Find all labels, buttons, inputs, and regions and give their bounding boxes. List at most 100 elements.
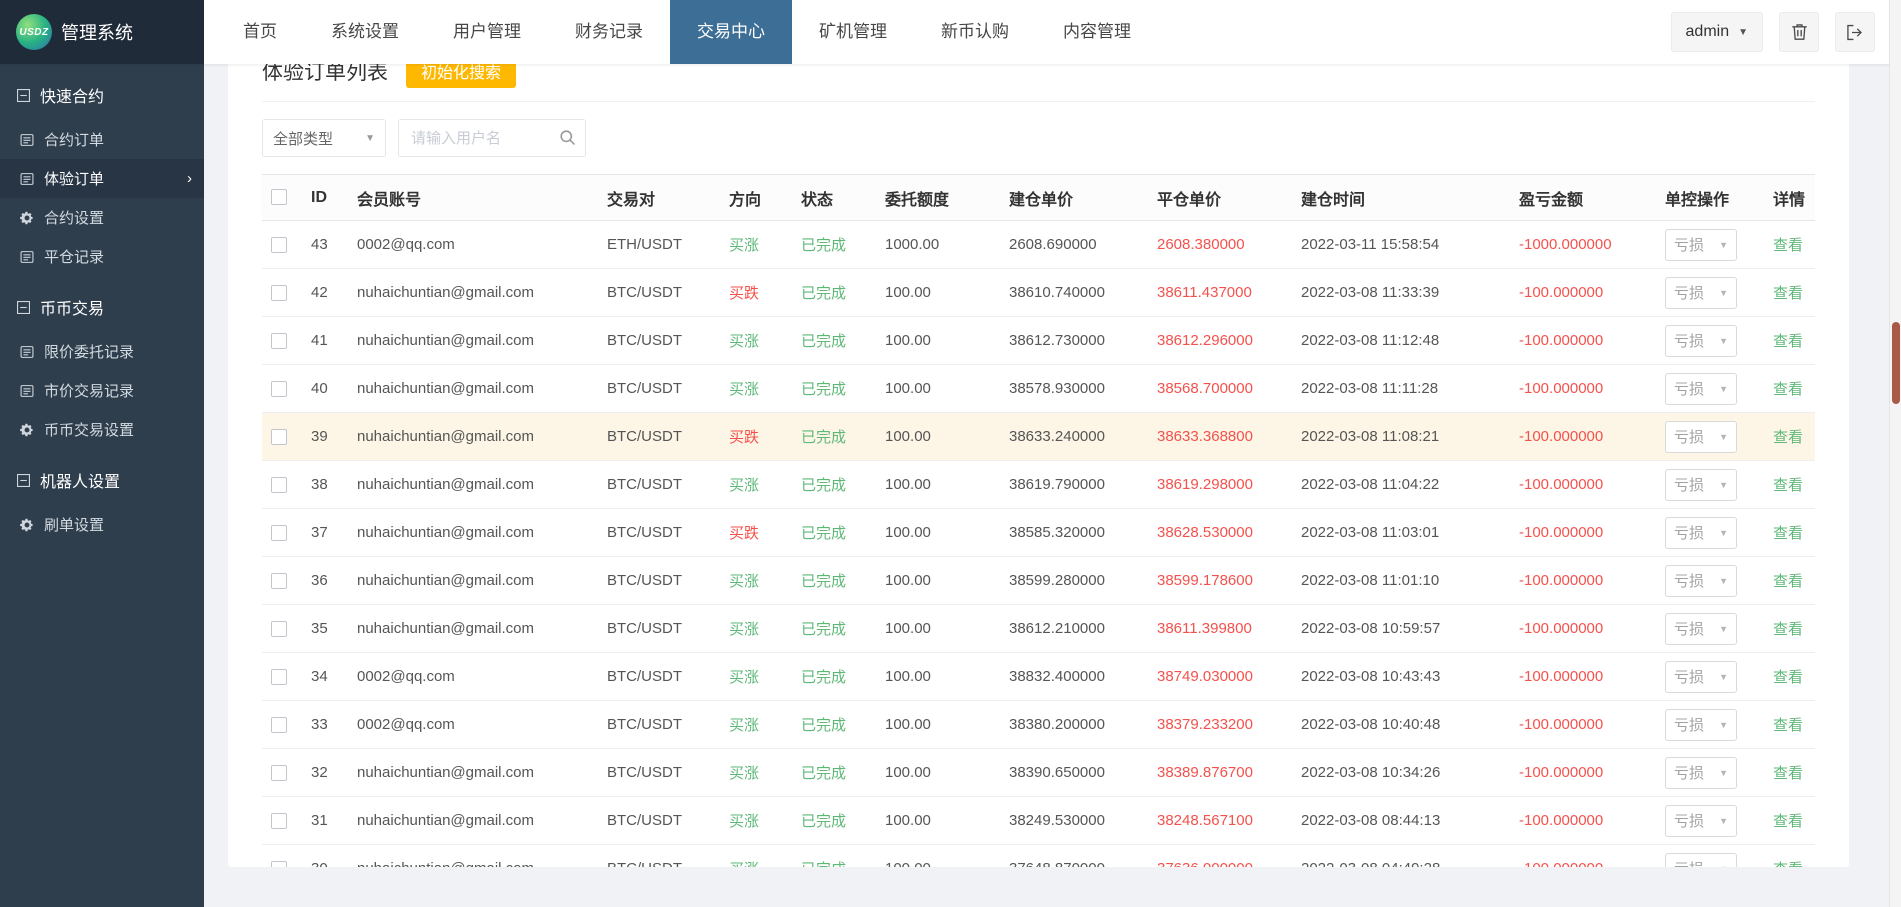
select-all-checkbox[interactable] xyxy=(271,189,287,205)
sidebar-item[interactable]: 合约订单 xyxy=(0,120,204,159)
row-checkbox[interactable] xyxy=(271,717,287,733)
checkbox-cell xyxy=(262,509,302,557)
control-select[interactable]: 亏损▼ xyxy=(1665,229,1737,261)
sidebar-item[interactable]: 币币交易设置 xyxy=(0,410,204,449)
view-link[interactable]: 查看 xyxy=(1773,765,1803,782)
row-checkbox[interactable] xyxy=(271,381,287,397)
row-checkbox[interactable] xyxy=(271,477,287,493)
type-select[interactable]: 全部类型 ▼ xyxy=(262,119,386,157)
control-select[interactable]: 亏损▼ xyxy=(1665,661,1737,693)
row-checkbox[interactable] xyxy=(271,237,287,253)
cell-amount: 100.00 xyxy=(876,317,1000,365)
top-nav-item[interactable]: 首页 xyxy=(216,0,304,64)
cell-detail: 查看 xyxy=(1764,557,1815,605)
table-row: 40 nuhaichuntian@gmail.com BTC/USDT 买涨 已… xyxy=(262,365,1815,413)
cell-pnl: -100.000000 xyxy=(1510,317,1656,365)
view-link[interactable]: 查看 xyxy=(1773,477,1803,494)
control-select[interactable]: 亏损▼ xyxy=(1665,565,1737,597)
control-select[interactable]: 亏损▼ xyxy=(1665,805,1737,837)
sidebar-section-title[interactable]: 币币交易 xyxy=(0,282,204,332)
sidebar-item[interactable]: 市价交易记录 xyxy=(0,371,204,410)
view-link[interactable]: 查看 xyxy=(1773,621,1803,638)
top-nav-item[interactable]: 新币认购 xyxy=(914,0,1036,64)
trash-button[interactable] xyxy=(1779,12,1819,52)
view-link[interactable]: 查看 xyxy=(1773,381,1803,398)
sidebar-item[interactable]: 平仓记录 xyxy=(0,237,204,276)
table-row: 30 nuhaichuntian@gmail.com BTC/USDT 买涨 已… xyxy=(262,845,1815,868)
cell-open-time: 2022-03-11 15:58:54 xyxy=(1292,221,1510,269)
control-select[interactable]: 亏损▼ xyxy=(1665,757,1737,789)
chevron-down-icon: ▼ xyxy=(1719,768,1728,778)
view-link[interactable]: 查看 xyxy=(1773,525,1803,542)
top-nav-item[interactable]: 内容管理 xyxy=(1036,0,1158,64)
cell-control: 亏损▼ xyxy=(1656,269,1764,317)
view-link[interactable]: 查看 xyxy=(1773,861,1803,867)
control-select[interactable]: 亏损▼ xyxy=(1665,469,1737,501)
cell-id: 40 xyxy=(302,365,348,413)
chevron-down-icon: ▼ xyxy=(1719,672,1728,682)
row-checkbox[interactable] xyxy=(271,333,287,349)
view-link[interactable]: 查看 xyxy=(1773,285,1803,302)
sidebar-item[interactable]: 限价委托记录 xyxy=(0,332,204,371)
control-select[interactable]: 亏损▼ xyxy=(1665,277,1737,309)
control-select[interactable]: 亏损▼ xyxy=(1665,613,1737,645)
column-header: 单控操作 xyxy=(1656,175,1764,221)
gear-icon xyxy=(20,211,34,225)
search-icon[interactable] xyxy=(559,129,576,146)
row-checkbox[interactable] xyxy=(271,285,287,301)
cell-id: 37 xyxy=(302,509,348,557)
view-link[interactable]: 查看 xyxy=(1773,669,1803,686)
sidebar-item[interactable]: 合约设置 xyxy=(0,198,204,237)
row-checkbox[interactable] xyxy=(271,429,287,445)
checkbox-cell xyxy=(262,797,302,845)
sidebar-item[interactable]: 体验订单 › xyxy=(0,159,204,198)
column-header: 方向 xyxy=(720,175,792,221)
row-checkbox[interactable] xyxy=(271,621,287,637)
cell-direction: 买涨 xyxy=(720,461,792,509)
control-select[interactable]: 亏损▼ xyxy=(1665,421,1737,453)
view-link[interactable]: 查看 xyxy=(1773,333,1803,350)
cell-pair: BTC/USDT xyxy=(598,461,720,509)
row-checkbox[interactable] xyxy=(271,765,287,781)
control-select[interactable]: 亏损▼ xyxy=(1665,517,1737,549)
vertical-scrollbar[interactable] xyxy=(1889,0,1901,907)
top-nav-item[interactable]: 财务记录 xyxy=(548,0,670,64)
control-select[interactable]: 亏损▼ xyxy=(1665,853,1737,868)
row-checkbox[interactable] xyxy=(271,669,287,685)
row-checkbox[interactable] xyxy=(271,525,287,541)
top-nav-item[interactable]: 矿机管理 xyxy=(792,0,914,64)
table-row: 32 nuhaichuntian@gmail.com BTC/USDT 买涨 已… xyxy=(262,749,1815,797)
cell-amount: 100.00 xyxy=(876,557,1000,605)
cell-control: 亏损▼ xyxy=(1656,365,1764,413)
view-link[interactable]: 查看 xyxy=(1773,717,1803,734)
sidebar-section-title[interactable]: 机器人设置 xyxy=(0,455,204,505)
sidebar-section-title[interactable]: 快速合约 xyxy=(0,70,204,120)
cell-amount: 100.00 xyxy=(876,365,1000,413)
view-link[interactable]: 查看 xyxy=(1773,429,1803,446)
sidebar-item[interactable]: 刷单设置 xyxy=(0,505,204,544)
control-select[interactable]: 亏损▼ xyxy=(1665,373,1737,405)
cell-account: 0002@qq.com xyxy=(348,701,598,749)
view-link[interactable]: 查看 xyxy=(1773,813,1803,830)
view-link[interactable]: 查看 xyxy=(1773,237,1803,254)
view-link[interactable]: 查看 xyxy=(1773,573,1803,590)
top-nav-item[interactable]: 用户管理 xyxy=(426,0,548,64)
row-checkbox[interactable] xyxy=(271,573,287,589)
chevron-down-icon: ▼ xyxy=(1719,816,1728,826)
control-select[interactable]: 亏损▼ xyxy=(1665,325,1737,357)
checkbox-cell xyxy=(262,317,302,365)
top-nav-item[interactable]: 交易中心 xyxy=(670,0,792,64)
cell-account: nuhaichuntian@gmail.com xyxy=(348,605,598,653)
row-checkbox[interactable] xyxy=(271,813,287,829)
row-checkbox[interactable] xyxy=(271,861,287,867)
logout-button[interactable] xyxy=(1835,12,1875,52)
top-nav-item[interactable]: 系统设置 xyxy=(304,0,426,64)
column-header: 交易对 xyxy=(598,175,720,221)
admin-dropdown[interactable]: admin ▼ xyxy=(1671,12,1763,52)
column-header: 详情 xyxy=(1764,175,1815,221)
scrollbar-thumb[interactable] xyxy=(1892,322,1900,404)
control-select[interactable]: 亏损▼ xyxy=(1665,709,1737,741)
username-input[interactable] xyxy=(398,119,586,157)
column-header: 委托额度 xyxy=(876,175,1000,221)
cell-direction: 买涨 xyxy=(720,605,792,653)
